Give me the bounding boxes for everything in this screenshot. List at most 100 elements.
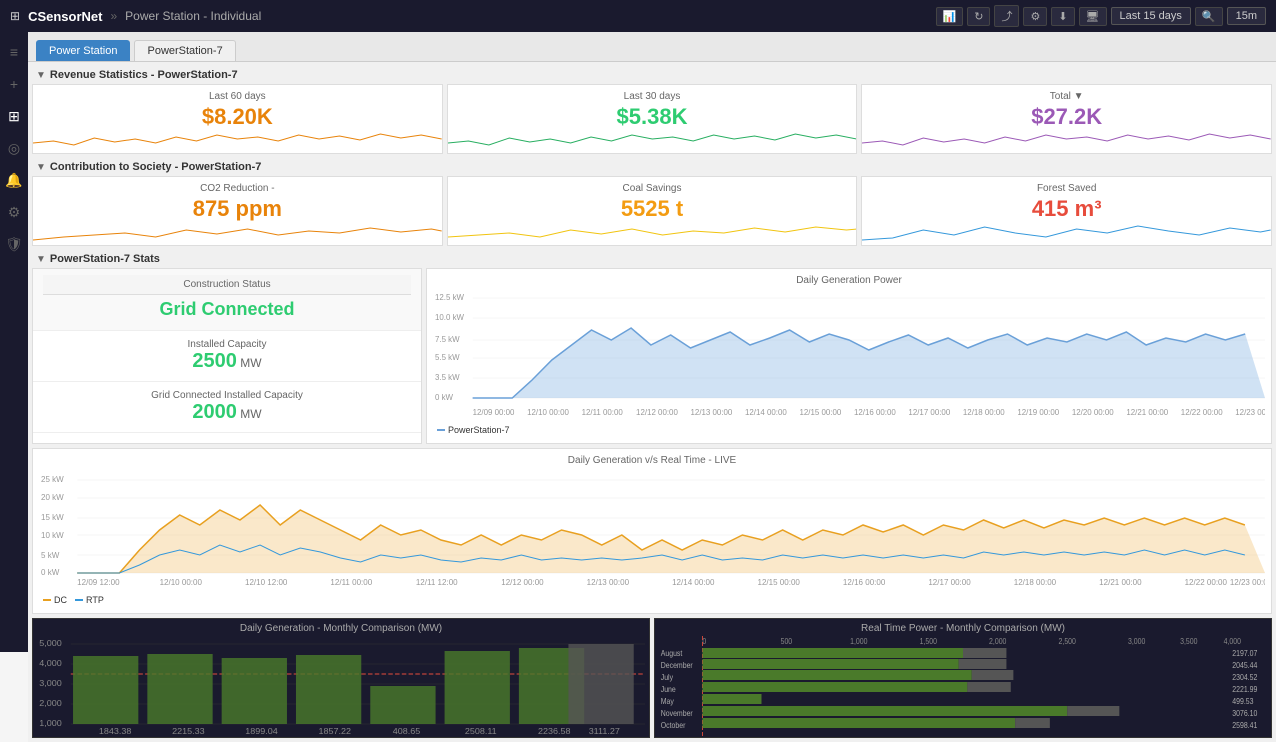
download-btn[interactable]: ⬇	[1051, 7, 1074, 26]
daily-monthly-title: Daily Generation - Monthly Comparison (M…	[37, 623, 645, 634]
svg-text:3,500: 3,500	[1180, 637, 1197, 647]
svg-text:1,000: 1,000	[850, 637, 867, 647]
coal-card: Coal Savings 5525 t	[447, 176, 858, 246]
svg-text:12/18 00:00: 12/18 00:00	[963, 408, 1005, 417]
svg-text:12/16 00:00: 12/16 00:00	[843, 578, 886, 587]
revenue-sparkline-total	[862, 123, 1271, 153]
sidebar-grid-icon[interactable]: ⊞	[2, 104, 26, 128]
refresh-btn[interactable]: ↻	[967, 7, 990, 26]
rtp-monthly-svg: 0 500 1,000 1,500 2,000 2,500 3,000 3,50…	[659, 636, 1267, 736]
svg-text:3.5 kW: 3.5 kW	[435, 373, 460, 382]
revenue-cards-row: Last 60 days $8.20K Last 30 days $5.38K …	[32, 84, 1272, 154]
svg-text:12/16 00:00: 12/16 00:00	[854, 408, 896, 417]
svg-text:May: May	[661, 697, 674, 707]
tab-power-station[interactable]: Power Station	[36, 40, 130, 61]
revenue-card-total: Total ▼ $27.2K	[861, 84, 1272, 154]
svg-text:12/18 00:00: 12/18 00:00	[1014, 578, 1057, 587]
rtp-monthly-chart: Real Time Power - Monthly Comparison (MW…	[654, 618, 1272, 738]
svg-text:12/12 00:00: 12/12 00:00	[636, 408, 678, 417]
svg-text:1,500: 1,500	[920, 637, 937, 647]
daily-chart-title: Daily Generation Power	[433, 275, 1265, 286]
revenue-card-60days-label: Last 60 days	[43, 91, 432, 102]
installed-capacity-display: 2500 MW	[41, 350, 413, 373]
revenue-caret[interactable]: ▼	[36, 70, 46, 81]
stats-title: PowerStation-7 Stats	[50, 253, 160, 265]
sidebar-add-icon[interactable]: +	[2, 72, 26, 96]
svg-text:2,000: 2,000	[989, 637, 1006, 647]
rtp-legend: RTP	[75, 595, 104, 605]
breadcrumb-sep1: »	[110, 9, 117, 23]
time-range-badge[interactable]: Last 15 days	[1111, 7, 1191, 25]
svg-text:12/09 00:00: 12/09 00:00	[473, 408, 515, 417]
co2-card: CO2 Reduction - 875 ppm	[32, 176, 443, 246]
svg-text:12/20 00:00: 12/20 00:00	[1072, 408, 1114, 417]
daily-monthly-chart: Daily Generation - Monthly Comparison (M…	[32, 618, 650, 738]
grid-connected-label: Grid Connected Installed Capacity	[41, 390, 413, 401]
svg-text:7.5 kW: 7.5 kW	[435, 335, 460, 344]
co2-sparkline	[33, 215, 442, 245]
bottom-charts: Daily Generation - Monthly Comparison (M…	[32, 618, 1272, 738]
svg-text:5.5 kW: 5.5 kW	[435, 353, 460, 362]
forest-card: Forest Saved 415 m³	[861, 176, 1272, 246]
svg-text:12/11 12:00: 12/11 12:00	[416, 578, 458, 587]
construction-status-row: Construction Status Grid Connected	[33, 269, 421, 331]
coal-sparkline	[448, 215, 857, 245]
society-caret[interactable]: ▼	[36, 162, 46, 173]
svg-text:12/13 00:00: 12/13 00:00	[691, 408, 733, 417]
sidebar-menu-icon[interactable]: ≡	[2, 40, 26, 64]
svg-text:2,000: 2,000	[39, 698, 62, 707]
revenue-title: Revenue Statistics - PowerStation-7	[50, 69, 238, 81]
tab-bar: Power Station PowerStation-7	[28, 32, 1276, 62]
live-chart-title: Daily Generation v/s Real Time - LIVE	[39, 455, 1265, 466]
svg-text:3111.27: 3111.27	[589, 726, 620, 735]
tab-powerstation7[interactable]: PowerStation-7	[134, 40, 235, 61]
svg-text:12/14 00:00: 12/14 00:00	[745, 408, 787, 417]
svg-text:12/10 00:00: 12/10 00:00	[160, 578, 203, 587]
sidebar-bell-icon[interactable]: 🔔	[2, 168, 26, 192]
svg-text:20 kW: 20 kW	[41, 493, 64, 502]
settings-btn[interactable]: ⚙	[1023, 7, 1047, 26]
share-btn[interactable]: ⤴	[994, 5, 1019, 27]
svg-text:October: October	[661, 721, 686, 731]
revenue-card-30days: Last 30 days $5.38K	[447, 84, 858, 154]
svg-text:2,500: 2,500	[1059, 637, 1076, 647]
stats-caret[interactable]: ▼	[36, 254, 46, 265]
revenue-sparkline-30days	[448, 123, 857, 153]
grid-connected-value: 2000	[192, 401, 237, 423]
svg-text:3,000: 3,000	[1128, 637, 1145, 647]
svg-text:12/11 00:00: 12/11 00:00	[330, 578, 372, 587]
stats-section-header: ▼ PowerStation-7 Stats	[32, 250, 1272, 268]
forest-sparkline	[862, 215, 1271, 245]
sidebar-circle-icon[interactable]: ◎	[2, 136, 26, 160]
svg-text:0: 0	[702, 637, 706, 647]
dc-legend-label: DC	[54, 595, 67, 605]
svg-text:12/21 00:00: 12/21 00:00	[1099, 578, 1142, 587]
page-title: Power Station - Individual	[125, 9, 261, 23]
svg-text:4,000: 4,000	[1224, 637, 1241, 647]
daily-chart-svg: 12.5 kW 10.0 kW 7.5 kW 5.5 kW 3.5 kW 0 k…	[433, 290, 1265, 420]
svg-text:0 kW: 0 kW	[435, 393, 454, 402]
zoom-btn[interactable]: 🔍	[1195, 7, 1223, 26]
monitor-btn[interactable]: 🖥	[1079, 7, 1107, 26]
svg-text:1,000: 1,000	[39, 718, 62, 727]
chart-view-btn[interactable]: 📊	[936, 7, 964, 26]
svg-text:12/15 00:00: 12/15 00:00	[799, 408, 841, 417]
live-chart-legend: DC RTP	[39, 593, 1265, 607]
ps7-legend: PowerStation-7	[437, 425, 510, 435]
svg-text:2215.33: 2215.33	[172, 726, 205, 735]
ps7-legend-dot	[437, 429, 445, 431]
revenue-card-30days-label: Last 30 days	[458, 91, 847, 102]
svg-text:12/23 00:00: 12/23 00:00	[1230, 578, 1265, 587]
sidebar-shield-icon[interactable]: 🛡	[2, 232, 26, 256]
svg-text:12/14 00:00: 12/14 00:00	[672, 578, 715, 587]
dc-legend-dot	[43, 599, 51, 601]
svg-text:500: 500	[781, 637, 793, 647]
installed-capacity-label: Installed Capacity	[41, 339, 413, 350]
sidebar-settings-icon[interactable]: ⚙	[2, 200, 26, 224]
svg-text:5,000: 5,000	[39, 638, 62, 647]
revenue-section-header: ▼ Revenue Statistics - PowerStation-7	[32, 66, 1272, 84]
rtp-monthly-title: Real Time Power - Monthly Comparison (MW…	[659, 623, 1267, 634]
construction-status-label: Construction Status	[43, 275, 411, 295]
sidebar: ≡ + ⊞ ◎ 🔔 ⚙ 🛡	[0, 32, 28, 652]
interval-badge[interactable]: 15m	[1227, 7, 1266, 25]
